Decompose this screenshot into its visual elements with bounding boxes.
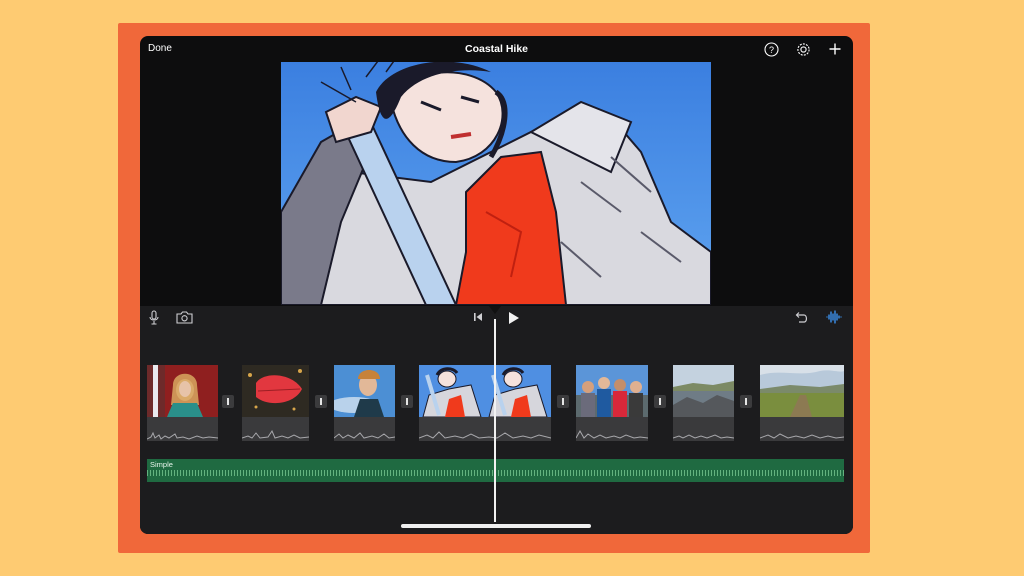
timeline: Simple <box>140 306 853 534</box>
help-icon[interactable]: ? <box>763 41 779 57</box>
clip-6[interactable] <box>673 365 734 441</box>
transition-button[interactable] <box>401 395 413 408</box>
play-icon[interactable] <box>505 310 521 325</box>
clip-thumbnail <box>419 365 551 417</box>
transition-button[interactable] <box>654 395 666 408</box>
clip-2[interactable] <box>242 365 309 441</box>
clip-waveform <box>760 417 844 441</box>
video-preview[interactable] <box>281 62 711 305</box>
settings-icon[interactable] <box>795 41 811 57</box>
clip-thumbnail <box>760 365 844 417</box>
playhead-marker[interactable] <box>489 306 501 314</box>
clip-waveform <box>419 417 551 441</box>
clip-5[interactable] <box>576 365 648 441</box>
clip-3[interactable] <box>334 365 395 441</box>
clip-waveform <box>334 417 395 441</box>
undo-icon[interactable] <box>794 310 810 324</box>
clip-waveform <box>673 417 734 441</box>
audio-waveform-icon[interactable] <box>825 309 843 325</box>
microphone-icon[interactable] <box>147 309 161 325</box>
clip-thumbnail <box>147 365 218 417</box>
clip-waveform <box>242 417 309 441</box>
clip-thumbnail <box>673 365 734 417</box>
project-title: Coastal Hike <box>464 43 529 55</box>
playhead[interactable] <box>494 319 496 522</box>
clip-thumbnail <box>576 365 648 417</box>
transition-button[interactable] <box>315 395 327 408</box>
music-track[interactable]: Simple <box>147 459 844 482</box>
imovie-window: Done Coastal Hike ? Simple <box>140 36 853 534</box>
clip-waveform <box>576 417 648 441</box>
clip-waveform <box>147 417 218 441</box>
svg-text:?: ? <box>768 44 773 54</box>
clip-thumbnail <box>242 365 309 417</box>
camera-icon[interactable] <box>175 310 193 324</box>
transition-button[interactable] <box>740 395 752 408</box>
add-icon[interactable] <box>827 41 843 57</box>
home-indicator[interactable] <box>401 524 591 528</box>
clip-4[interactable] <box>419 365 551 441</box>
top-bar: Done Coastal Hike ? <box>140 36 853 62</box>
transition-button[interactable] <box>222 395 234 408</box>
clip-thumbnail <box>334 365 395 417</box>
skip-to-start-icon[interactable] <box>472 311 484 323</box>
clip-1[interactable] <box>147 365 218 441</box>
clip-7[interactable] <box>760 365 844 441</box>
transition-button[interactable] <box>557 395 569 408</box>
